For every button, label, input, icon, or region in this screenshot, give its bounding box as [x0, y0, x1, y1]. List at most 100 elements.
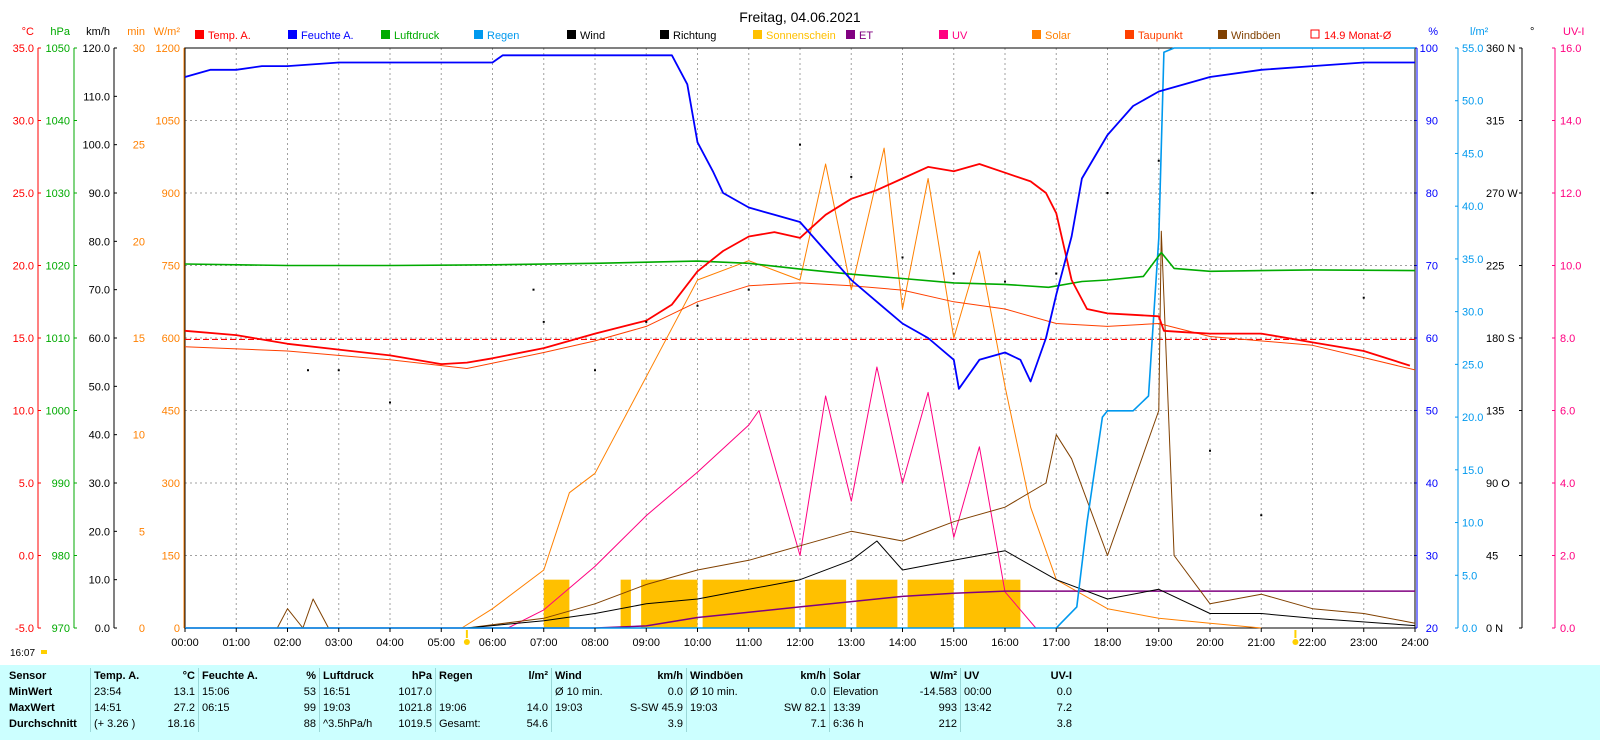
stats-cell: 54.6: [526, 718, 548, 730]
timestamp-label: 16:07: [10, 648, 35, 659]
legend-swatch-10: [1125, 30, 1134, 39]
right-axis-tick-label: 20.0: [1462, 412, 1483, 424]
left-axis-tick-label: 70.0: [89, 285, 110, 297]
left-axis-tick-label: 15: [133, 333, 145, 345]
stats-cell: 212: [938, 718, 957, 730]
x-tick-label: 20:00: [1196, 637, 1224, 649]
left-axis-tick-label: 5.0: [19, 478, 34, 490]
right-axis-tick-label: 225: [1486, 261, 1504, 273]
left-axis-tick-label: 0: [139, 623, 145, 635]
left-axis-tick-label: 0.0: [95, 623, 110, 635]
left-axis-tick-label: 30.0: [13, 116, 34, 128]
legend-swatch-3: [474, 30, 483, 39]
left-axis-tick-label: 1030: [46, 188, 70, 200]
left-axis-tick-label: 990: [52, 478, 70, 490]
right-axis-tick-label: 55.0: [1462, 43, 1483, 55]
legend-label-7: ET: [859, 30, 873, 42]
stats-cell: 88: [303, 718, 316, 730]
stats-header-name: Solar: [829, 668, 896, 684]
x-tick-label: 21:00: [1247, 637, 1275, 649]
x-tick-label: 14:00: [889, 637, 917, 649]
stats-header-row: Sensor Temp. A. °C Feuchte A.% Luftdruck hPa R…: [6, 668, 1075, 684]
right-axis-tick-label: 100: [1420, 43, 1438, 55]
stats-cell: 27.2: [173, 702, 195, 714]
x-tick-label: 15:00: [940, 637, 968, 649]
stats-cell: 00:00: [960, 684, 1029, 700]
right-axis-tick-label: 360 N: [1486, 43, 1515, 55]
stats-row: Durchschnitt (+ 3.26 ) 18.16 88 ^3.5hPa/h 101…: [6, 716, 1075, 732]
right-axis-tick-label: 25.0: [1462, 359, 1483, 371]
legend-swatch-2: [381, 30, 390, 39]
left-axis-tick-label: -5.0: [15, 623, 34, 635]
left-axis-tick-label: 980: [52, 551, 70, 563]
left-axis-tick-label: 300: [162, 478, 180, 490]
left-axis-unit: min: [127, 26, 145, 38]
stats-cell: 0.0: [667, 686, 683, 698]
x-tick-label: 07:00: [530, 637, 558, 649]
left-axis-tick-label: 1000: [46, 406, 70, 418]
stats-cell: 23:54: [90, 684, 152, 700]
left-axis-unit: °C: [22, 26, 34, 38]
left-axis-tick-label: 450: [162, 406, 180, 418]
statistics-table: Sensor Temp. A. °C Feuchte A.% Luftdruck hPa R…: [6, 668, 1075, 732]
direction-point: [1362, 296, 1365, 299]
stats-cell: 14:51: [90, 700, 152, 716]
left-axis-tick-label: 750: [162, 261, 180, 273]
right-axis-tick-label: 40.0: [1462, 201, 1483, 213]
stats-cell: 19:03: [686, 700, 763, 716]
stats-row: MaxWert 14:51 27.2 06:15 99 19:03 1021.8 19:06 1…: [6, 700, 1075, 716]
stats-row-label: MaxWert: [9, 702, 55, 714]
left-axis-tick-label: 1040: [46, 116, 70, 128]
left-axis-tick-label: 80.0: [89, 236, 110, 248]
right-axis-tick-label: 30.0: [1462, 307, 1483, 319]
stats-cell: 13:42: [960, 700, 1029, 716]
legend-label-4: Wind: [580, 30, 605, 42]
left-axis-unit: hPa: [50, 26, 70, 38]
stats-row: MinWert 23:54 13.1 15:06 53 16:51 1017.0 Ø 10 m…: [6, 684, 1075, 700]
right-axis-tick-label: 15.0: [1462, 465, 1483, 477]
right-axis-tick-label: 0.0: [1462, 623, 1477, 635]
stats-cell: 3.8: [1056, 718, 1072, 730]
stats-cell: 13:39: [829, 700, 896, 716]
right-axis-tick-label: 20: [1426, 623, 1438, 635]
stats-header-unit: km/h: [657, 670, 683, 682]
left-axis-tick-label: 0.0: [19, 551, 34, 563]
x-tick-label: 05:00: [427, 637, 455, 649]
left-axis-tick-label: 35.0: [13, 43, 34, 55]
legend-swatch-7: [846, 30, 855, 39]
stats-cell: -14.583: [919, 686, 957, 698]
legend-swatch-5: [660, 30, 669, 39]
stats-cell: 13.1: [173, 686, 195, 698]
right-axis-unit: %: [1428, 26, 1438, 38]
right-axis-tick-label: 14.0: [1560, 116, 1581, 128]
stats-cell: 14.0: [526, 702, 548, 714]
stats-cell: [198, 716, 275, 732]
stats-header-name: Feuchte A.: [198, 668, 275, 684]
right-axis-tick-label: 270 W: [1486, 188, 1518, 200]
direction-point: [389, 401, 391, 404]
stats-cell: [686, 716, 763, 732]
x-tick-label: 18:00: [1094, 637, 1122, 649]
right-axis-tick-label: 0.0: [1560, 623, 1575, 635]
right-axis-tick-label: 35.0: [1462, 254, 1483, 266]
right-axis-tick-label: 180 S: [1486, 333, 1515, 345]
stats-cell: S-SW 45.9: [629, 702, 683, 714]
stats-row-label: Durchschnitt: [9, 718, 77, 730]
stats-cell: 16:51: [319, 684, 381, 700]
stats-header-unit: UV-I: [1050, 670, 1072, 682]
legend-label-12: 14.9 Monat-Ø: [1324, 30, 1392, 42]
x-tick-label: 19:00: [1145, 637, 1173, 649]
right-axis-unit: °: [1530, 26, 1534, 38]
stats-cell: 1017.0: [398, 686, 432, 698]
left-axis-unit: km/h: [86, 26, 110, 38]
stats-header-unit: hPa: [411, 670, 432, 682]
sunshine-bar: [856, 579, 898, 628]
right-axis-tick-label: 60: [1426, 333, 1438, 345]
x-tick-label: 11:00: [735, 637, 762, 649]
left-axis-tick-label: 25: [133, 140, 145, 152]
direction-point: [747, 288, 750, 291]
direction-point: [1311, 192, 1314, 194]
direction-point: [532, 288, 535, 291]
statistics-panel: Sensor Temp. A. °C Feuchte A.% Luftdruck hPa R…: [0, 665, 1600, 740]
stats-cell: 19:03: [551, 700, 618, 716]
